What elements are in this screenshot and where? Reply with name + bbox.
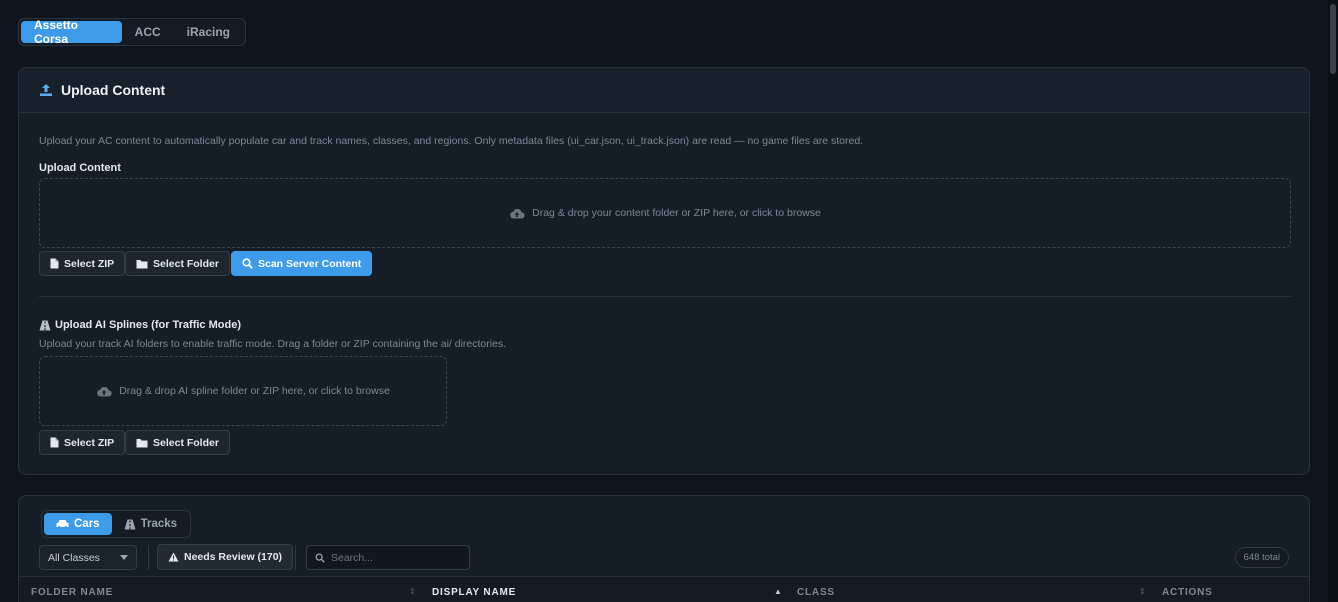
column-folder-name[interactable]: FOLDER NAME [31, 587, 113, 598]
folder-icon [136, 438, 148, 447]
section-divider [39, 296, 1291, 297]
tab-iracing[interactable]: iRacing [174, 21, 243, 43]
game-tab-bar: Assetto Corsa ACC iRacing [18, 18, 246, 46]
upload-description: Upload your AC content to automatically … [39, 135, 864, 147]
ai-splines-label-text: Upload AI Splines (for Traffic Mode) [55, 319, 241, 331]
tab-assetto-corsa[interactable]: Assetto Corsa [21, 18, 122, 46]
card-title: Upload Content [61, 82, 166, 98]
tab-acc[interactable]: ACC [122, 21, 174, 43]
page-scrollbar[interactable] [1328, 0, 1338, 602]
total-count-badge: 648 total [1234, 547, 1289, 568]
search-icon [315, 552, 325, 563]
upload-content-label: Upload Content [39, 162, 121, 174]
ai-select-zip-button[interactable]: Select ZIP [39, 430, 126, 455]
road-icon [124, 519, 136, 529]
content-dropzone-text: Drag & drop your content folder or ZIP h… [532, 207, 821, 219]
ai-select-zip-label: Select ZIP [64, 436, 115, 449]
tab-tracks[interactable]: Tracks [112, 513, 189, 535]
select-zip-button[interactable]: Select ZIP [39, 251, 126, 276]
ai-splines-label: Upload AI Splines (for Traffic Mode) [39, 319, 241, 331]
scan-server-content-button[interactable]: Scan Server Content [231, 251, 373, 276]
toolbar-separator [148, 545, 149, 570]
sort-icon[interactable]: ⇕ [409, 587, 416, 596]
upload-icon [40, 84, 52, 96]
warning-icon [168, 552, 179, 562]
sort-icon[interactable]: ⇕ [1139, 587, 1146, 596]
car-icon [56, 520, 69, 529]
needs-review-label: Needs Review (170) [184, 551, 283, 563]
scan-server-label: Scan Server Content [258, 257, 362, 270]
column-class[interactable]: CLASS [797, 587, 835, 598]
search-icon [242, 258, 253, 269]
folder-icon [136, 259, 148, 268]
file-icon [50, 437, 59, 448]
cloud-upload-icon [510, 208, 525, 219]
tab-tracks-label: Tracks [140, 518, 178, 530]
select-folder-button[interactable]: Select Folder [125, 251, 230, 276]
ai-dropzone-text: Drag & drop AI spline folder or ZIP here… [119, 385, 390, 397]
content-dropzone[interactable]: Drag & drop your content folder or ZIP h… [39, 178, 1291, 248]
column-actions: ACTIONS [1162, 587, 1213, 598]
content-type-tabs: Cars Tracks [41, 510, 191, 538]
ai-select-folder-button[interactable]: Select Folder [125, 430, 230, 455]
search-input[interactable] [331, 551, 461, 564]
tab-cars[interactable]: Cars [44, 513, 112, 535]
select-zip-label: Select ZIP [64, 257, 115, 270]
cloud-upload-icon [97, 386, 112, 397]
chevron-down-icon [120, 555, 128, 560]
search-box[interactable] [306, 545, 470, 570]
sort-ascending-icon[interactable]: ▲ [774, 587, 782, 596]
road-icon [39, 320, 51, 330]
content-list-card: Cars Tracks All Classes Needs Review (17… [18, 495, 1310, 602]
ai-spline-dropzone[interactable]: Drag & drop AI spline folder or ZIP here… [39, 356, 447, 426]
scrollbar-thumb[interactable] [1330, 4, 1336, 74]
needs-review-button[interactable]: Needs Review (170) [157, 544, 294, 570]
file-icon [50, 258, 59, 269]
class-filter-select[interactable]: All Classes [39, 545, 137, 570]
tab-cars-label: Cars [74, 518, 100, 530]
toolbar-separator [295, 545, 296, 570]
select-folder-label: Select Folder [153, 257, 219, 270]
ai-splines-description: Upload your track AI folders to enable t… [39, 338, 507, 350]
upload-content-card: Upload Content Upload your AC content to… [18, 67, 1310, 475]
class-filter-value: All Classes [48, 551, 100, 564]
table-header: FOLDER NAME ⇕ DISPLAY NAME ▲ CLASS ⇕ ACT… [19, 576, 1309, 602]
column-display-name[interactable]: DISPLAY NAME [432, 587, 516, 598]
ai-select-folder-label: Select Folder [153, 436, 219, 449]
card-header: Upload Content [19, 68, 1309, 113]
